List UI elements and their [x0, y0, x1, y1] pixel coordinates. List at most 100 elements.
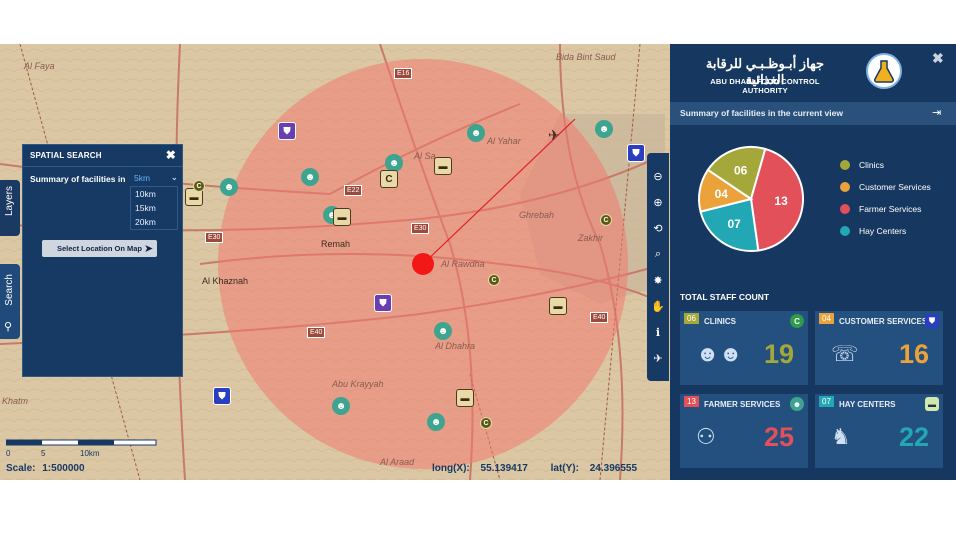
road-shield: E40: [307, 327, 326, 338]
close-icon[interactable]: ✖: [166, 148, 176, 162]
hay-centers-card[interactable]: 07 HAY CENTERS ▬ ♞ 22: [815, 394, 943, 468]
summary-bar: Summary of facilities in the current vie…: [670, 102, 956, 125]
export-icon[interactable]: ⇥: [932, 106, 941, 119]
chevron-down-icon[interactable]: ⌄: [171, 173, 178, 182]
search-tab[interactable]: Search ⚲: [0, 264, 20, 339]
close-icon[interactable]: ✖: [932, 50, 944, 67]
customer-service-marker[interactable]: ⛊: [278, 122, 296, 140]
place-label: Remah: [321, 239, 351, 249]
customer-service-marker[interactable]: ⛊: [213, 387, 231, 405]
scale-label: Scale:: [6, 463, 36, 474]
pie-slice-label: 07: [727, 217, 741, 231]
authority-name-english: ABU DHABI FOOD CONTROL AUTHORITY: [710, 77, 820, 95]
pan-icon[interactable]: ✋: [651, 299, 665, 313]
legend-label: Customer Services: [859, 182, 931, 192]
clinics-card[interactable]: 06 CLINICS C ☻☻ 19: [680, 311, 808, 385]
farmer-badge-icon: ☻: [790, 397, 804, 411]
place-label: Al Araad: [380, 457, 415, 467]
farmer-service-marker[interactable]: ☻: [332, 397, 350, 415]
scale-tick: 5: [41, 449, 46, 458]
satellite-icon[interactable]: ✈: [651, 351, 665, 365]
search-tab-label: Search: [4, 274, 15, 306]
legend-label: Clinics: [859, 160, 885, 170]
farmer-services-card[interactable]: 13 FARMER SERVICES ☻ ⚇ 25: [680, 394, 808, 468]
layers-tab[interactable]: Layers: [0, 180, 20, 236]
hay-badge-icon: ▬: [925, 397, 939, 411]
radius-select[interactable]: 5km: [134, 173, 150, 183]
select-location-button[interactable]: Select Location On Map: [42, 240, 157, 257]
hay-staff-icon: ♞: [831, 424, 851, 449]
authority-header: جهاز أبـوظـبـي للرقابة الغذائية ABU DHAB…: [670, 44, 956, 102]
map-tools: ⊖ ⊕ ⟲ ⌕ ✸ ✋ ℹ ✈: [647, 153, 669, 381]
info-icon[interactable]: ℹ: [651, 325, 665, 339]
place-label: Khatm: [2, 396, 29, 406]
zoom-extent-icon[interactable]: ⌕: [651, 247, 665, 261]
scale-tick: 10km: [80, 449, 100, 458]
place-label: Al Dhahra: [435, 341, 476, 351]
zoom-out-icon[interactable]: ⊖: [651, 169, 665, 183]
radius-option[interactable]: 10km: [131, 187, 177, 201]
scale-readout: Scale: 1:500000: [6, 463, 85, 474]
card-value: 16: [898, 339, 929, 369]
farmer-service-marker[interactable]: ☻: [220, 178, 238, 196]
place-label: Bida Bint Saud: [556, 52, 616, 62]
pie-slice-label: 13: [774, 194, 788, 208]
card-title: CLINICS: [704, 317, 736, 326]
clinic-marker[interactable]: C: [480, 417, 492, 429]
full-extent-icon[interactable]: ✸: [651, 273, 665, 287]
radius-option[interactable]: 15km: [131, 201, 177, 215]
card-value: 19: [763, 339, 794, 369]
coordinate-readout: long(X): 55.139417 lat(Y): 24.396555: [432, 463, 637, 474]
clinic-marker[interactable]: C: [193, 180, 205, 192]
radius-option[interactable]: 20km: [131, 215, 177, 229]
zoom-previous-icon[interactable]: ⟲: [651, 221, 665, 235]
place-label: Al Yahar: [487, 136, 521, 146]
legend-swatch: [840, 226, 850, 236]
clinic-marker[interactable]: C: [600, 214, 612, 226]
hay-center-marker[interactable]: ▬: [456, 389, 474, 407]
place-label: Ghrebah: [519, 210, 555, 220]
road-shield: E16: [394, 68, 413, 79]
place-label: Al Khaznah: [202, 276, 249, 286]
legend-item: Farmer Services: [840, 198, 931, 220]
map-view[interactable]: ✈ Al Faya Bida Bint Saud Al Yahar Al Sa …: [0, 44, 670, 480]
place-label: Al Faya: [24, 61, 55, 71]
pie-slice-label: 04: [715, 187, 729, 201]
scale-value: 1:500000: [42, 463, 85, 474]
card-count: 04: [819, 313, 834, 324]
layers-tab-label: Layers: [4, 186, 15, 217]
legend-item: Hay Centers: [840, 220, 931, 242]
farmer-service-marker[interactable]: ☻: [427, 413, 445, 431]
card-value: 22: [898, 422, 929, 452]
scale-bar: 0 5 10km: [6, 439, 157, 458]
facilities-pie-chart: 06 13 07 04: [698, 146, 804, 252]
authority-logo: [866, 53, 902, 89]
customer-service-marker[interactable]: ⛊: [627, 144, 645, 162]
customer-service-marker[interactable]: ⛊: [374, 294, 392, 312]
card-count: 07: [819, 396, 834, 407]
farmer-service-marker[interactable]: ☻: [467, 124, 485, 142]
pie-legend: Clinics Customer Services Farmer Service…: [840, 154, 931, 242]
place-label: Abu Krayyah: [332, 379, 384, 389]
card-title: HAY CENTERS: [839, 400, 896, 409]
scale-tick: 0: [6, 449, 11, 458]
clinic-badge-icon: C: [790, 314, 804, 328]
spatial-search-panel: SPATIAL SEARCH ✖ Summary of facilities i…: [22, 144, 183, 377]
farmer-service-marker[interactable]: ☻: [301, 168, 319, 186]
customer-services-card[interactable]: 04 CUSTOMER SERVICES ⛊ ☏ 16: [815, 311, 943, 385]
card-count: 06: [684, 313, 699, 324]
lat-label: lat(Y):: [550, 463, 579, 474]
hay-center-marker[interactable]: ▬: [549, 297, 567, 315]
farmer-staff-icon: ⚇: [696, 424, 716, 449]
farmer-service-marker[interactable]: ☻: [595, 120, 613, 138]
long-value: 55.139417: [480, 463, 528, 474]
legend-swatch: [840, 204, 850, 214]
hay-center-marker[interactable]: ▬: [434, 157, 452, 175]
clinic-marker[interactable]: C: [488, 274, 500, 286]
road-shield: E30: [205, 232, 224, 243]
farmer-service-marker[interactable]: ☻: [434, 322, 452, 340]
clinic-marker[interactable]: C: [380, 170, 398, 188]
customer-service-staff-icon: ☏: [831, 341, 859, 366]
hay-center-marker[interactable]: ▬: [333, 208, 351, 226]
zoom-in-icon[interactable]: ⊕: [651, 195, 665, 209]
